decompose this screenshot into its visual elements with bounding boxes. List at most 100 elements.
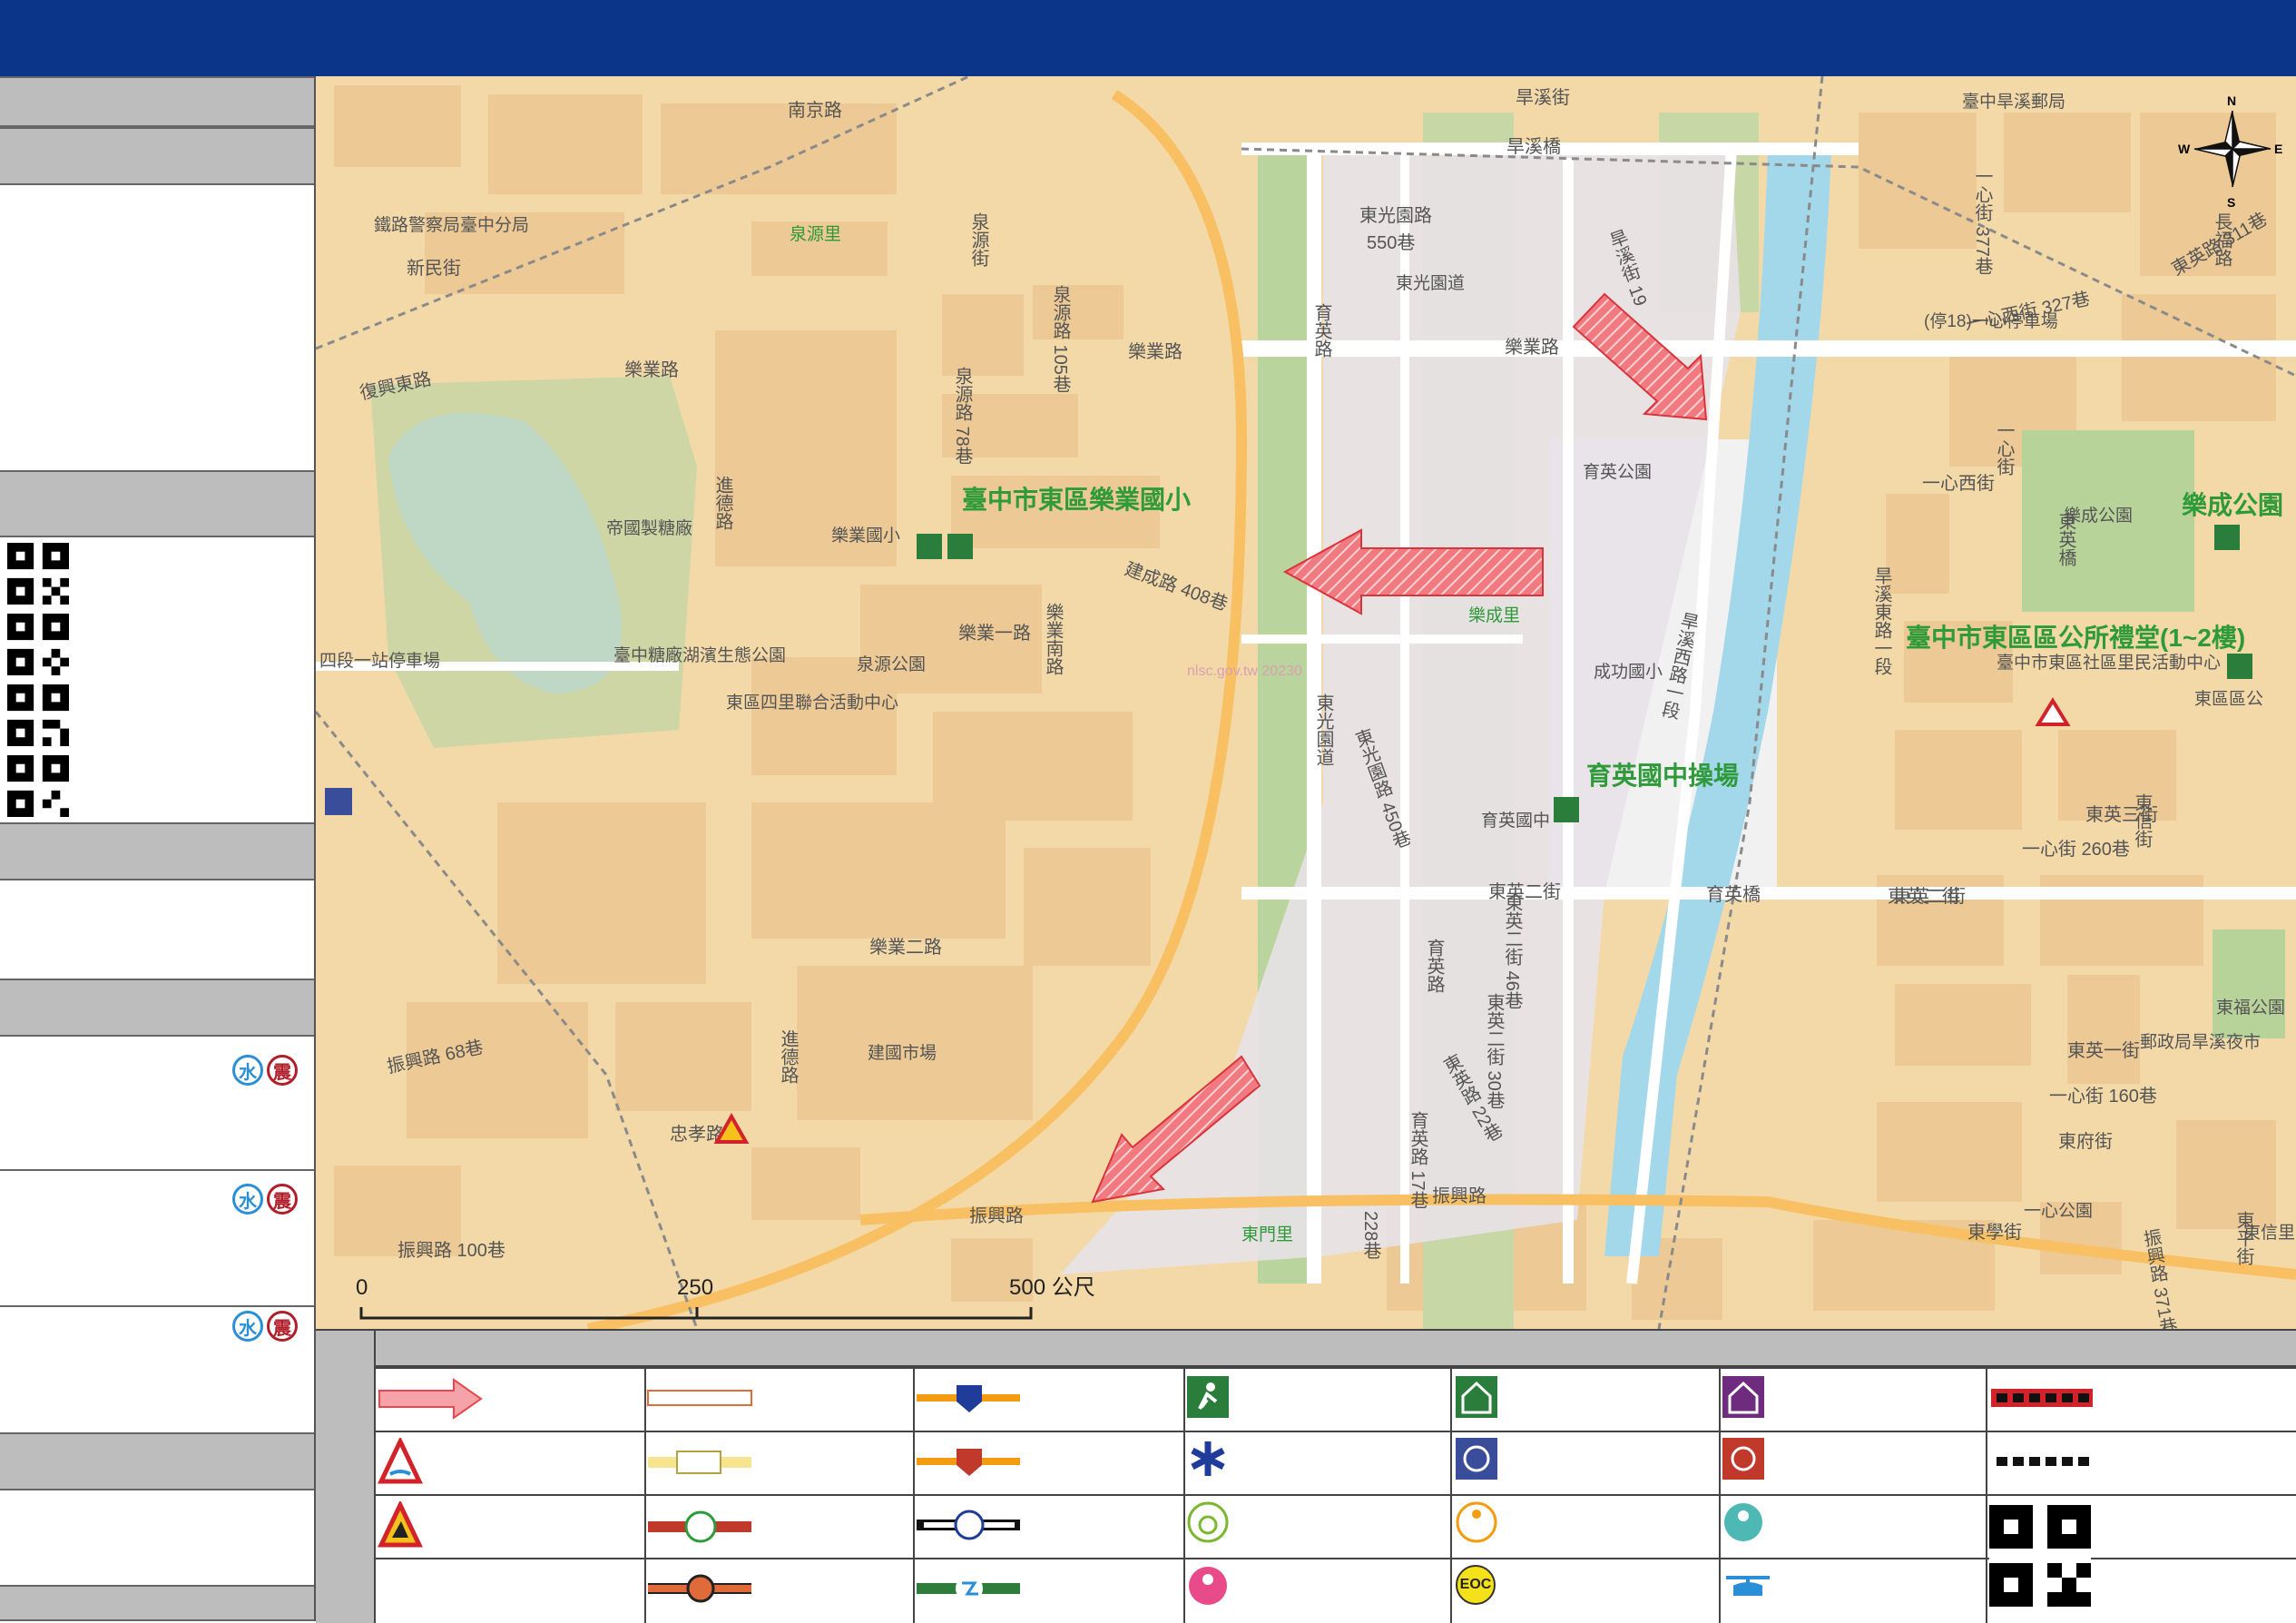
street-label: 樂業一路 [958,623,1031,644]
street-label: 東府街 [2058,1131,2113,1152]
street-label: 長福路 [2212,212,2232,267]
sidebar-header-5 [0,979,314,1037]
wheelchair-icon [1187,1501,1229,1543]
boundary-line-icon [1997,1457,2089,1466]
street-label: 一心街 377巷 [1972,167,1993,275]
evacuation-site-icon [1187,1376,1229,1418]
flood-hazard-icon: 水 [232,1184,263,1215]
road-type-icon [648,1574,751,1603]
qr-code-3[interactable] [7,684,69,746]
street-label: 旱溪橋 [1506,136,1561,157]
street-label: 東光園路 [1359,205,1432,226]
qr-code-4[interactable] [7,755,69,817]
street-label: 樂業二路 [869,937,942,958]
poi-label: 臺中市東區社區里民活動中心 [1997,653,2221,673]
legend-qr-code[interactable] [1989,1505,2091,1607]
poi-label: 成功國小 [1594,662,1663,682]
road-type-icon [647,1390,752,1406]
district-label: 東門里 [1241,1225,1293,1244]
qr-code-2[interactable] [7,614,69,675]
district-label: 樂成里 [1468,605,1520,625]
map-legend: EOC [316,1329,2296,1623]
nursery-icon [1724,1503,1762,1541]
legend-row-divider [376,1431,2296,1432]
street-label: 東光園道 [1313,693,1334,766]
street-label: 東英一街 [2067,1040,2140,1061]
poi-label: 東信里 [2243,1223,2295,1243]
street-label: 旱溪東路一段 [1871,566,1892,675]
poi-label: 育英公園 [1583,462,1652,482]
scale-label-0: 0 [356,1275,368,1300]
poi-label: (停18)一心停車場 [1924,311,2058,331]
compass-n-label: N [2227,93,2236,108]
legend-side-header [316,1331,376,1623]
earthquake-hazard-icon: 震 [267,1055,298,1086]
watermark: nlsc.gov.tw 20230 [1187,664,1302,679]
earthquake-hazard-icon: 震 [267,1311,298,1342]
railway-station-icon [917,1510,1020,1540]
legend-row-divider [376,1367,2296,1369]
road-shield-icon [917,1449,1020,1476]
street-label: 育英路 17巷 [1408,1111,1428,1209]
legend-divider [1986,1331,1987,1623]
poi-label: 樂成公園 [2064,506,2133,526]
flood-warning-icon [378,1438,423,1484]
street-label: 育英路 [1424,939,1445,993]
sidebar-divider [0,1305,314,1307]
evacuation-icon [1554,797,1579,822]
street-label: 東英二街 [1488,881,1561,902]
street-label: 進德路 [778,1029,799,1084]
road-type-icon [648,1451,751,1474]
police-icon [325,788,352,815]
street-label: 育英路 [1311,303,1332,358]
poi-label: 東區區公 [2194,689,2263,709]
poi-label: 東福公園 [2216,998,2285,1018]
sidebar-header-3 [0,470,314,537]
street-label: 東英二街 30巷 [1484,993,1505,1109]
road-type-icon [648,1510,751,1543]
poi-label: 一心公園 [2024,1202,2093,1221]
evac-site-label: 臺中市東區區公所禮堂(1~2樓) [1906,623,2245,652]
flood-hazard-icon: 水 [232,1055,263,1086]
poi-label: 鐵路警察局臺中分局 [374,215,529,235]
poi-label: 泉源公園 [857,654,926,674]
district-label: 泉源里 [790,224,841,244]
poi-label: 育英國中 [1481,811,1550,831]
qr-code-1[interactable] [7,543,69,605]
legend-divider [1450,1331,1452,1623]
park-area [2213,930,2285,1038]
poi-label: 臺中旱溪郵局 [1962,92,2065,112]
hazard-badges-1: 水 震 [232,1055,298,1086]
hazard-badges-2: 水 震 [232,1184,298,1215]
legend-row-divider [376,1494,2296,1496]
sidebar-header-2 [0,127,314,185]
elderly-care-icon [1456,1501,1497,1543]
poi-label: 四段一站停車場 [319,651,440,671]
shelter-icon [2227,654,2252,679]
poi-label: 樂業國小 [831,526,900,546]
info-sidebar: 水 震 水 震 水 震 [0,76,316,1621]
hazard-badges-3: 水 震 [232,1311,298,1342]
sidebar-header-7 [0,1585,314,1621]
sidebar-divider [0,1169,314,1171]
poi-label: 郵政局旱溪夜市 [2140,1032,2261,1052]
evac-site-label: 育英國中操場 [1586,761,1739,790]
evacuation-icon [947,534,973,559]
street-label: 泉源路 78巷 [952,367,973,465]
shelter-icon [1456,1376,1497,1418]
poi-label: 東光園道 [1396,273,1465,293]
street-label: 東信街 [2132,793,2153,848]
street-label: 東英二街 46巷 [1502,893,1523,1009]
street-label: 東英二街 [1888,886,1960,907]
street-label: 228巷 [1360,1211,1381,1259]
evacuation-map[interactable]: 東光園路 550巷 樂業路 樂業路 樂業路 樂業一路 樂業二路 建成路 408巷… [316,76,2296,1329]
evac-site-label: 臺中市東區樂業國小 [962,485,1191,514]
child-care-icon [1189,1567,1227,1605]
helipad-icon [1726,1576,1770,1596]
sidebar-header-1 [0,76,314,127]
street-label: 樂業路 [1128,341,1182,362]
road-shield-icon [917,1385,1020,1412]
legend-divider [1719,1331,1721,1623]
flood-hazard-icon: 水 [232,1311,263,1342]
compass-w-label: W [2178,142,2191,156]
